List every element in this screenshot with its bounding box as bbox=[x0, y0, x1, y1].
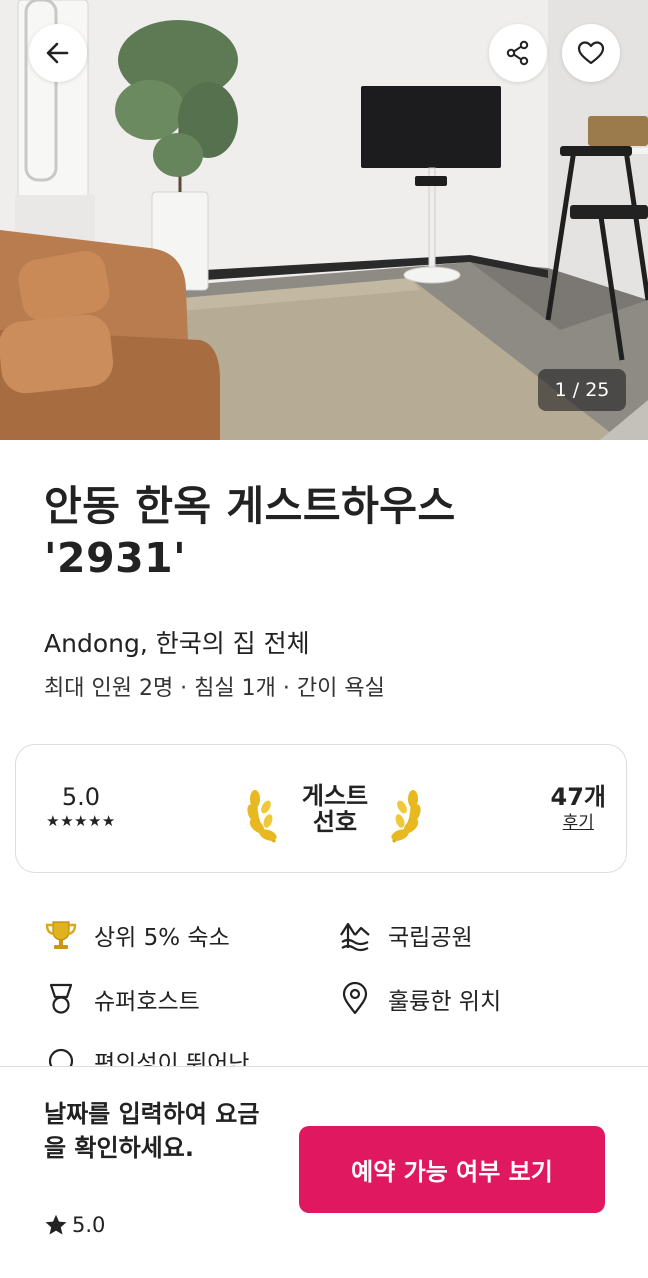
favorite-button[interactable] bbox=[562, 24, 620, 82]
listing-photo[interactable]: 1 / 25 bbox=[0, 0, 648, 440]
trophy-icon bbox=[44, 918, 78, 952]
highlight-great-location: 훌륭한 위치 bbox=[338, 982, 501, 1016]
heart-outline-icon bbox=[577, 41, 605, 65]
booking-footer: 날짜를 입력하여 요금을 확인하세요. 5.0 예약 가능 여부 보기 bbox=[0, 1066, 648, 1278]
laurel-left-icon bbox=[247, 790, 277, 843]
arrow-left-icon bbox=[46, 42, 69, 64]
check-availability-button[interactable]: 예약 가능 여부 보기 bbox=[299, 1126, 605, 1213]
back-button[interactable] bbox=[29, 24, 87, 82]
listing-title: 안동 한옥 게스트하우스 '2931' bbox=[44, 482, 456, 582]
highlight-label: 국립공원 bbox=[388, 925, 473, 951]
mountain-icon bbox=[338, 918, 372, 952]
laurel-right-icon bbox=[391, 790, 421, 843]
guest-favorite-badge: 게스트 선호 bbox=[244, 775, 424, 845]
guest-favorite-line1: 게스트 bbox=[301, 782, 369, 810]
highlight-label: 슈퍼호스트 bbox=[94, 989, 200, 1015]
listing-details: 최대 인원 2명 · 침실 1개 · 간이 욕실 bbox=[44, 676, 385, 701]
photo-counter: 1 / 25 bbox=[538, 369, 626, 411]
share-icon bbox=[506, 40, 529, 66]
reviews-link[interactable]: 후기 bbox=[551, 811, 606, 835]
highlight-label: 훌륭한 위치 bbox=[388, 989, 502, 1015]
price-prompt: 날짜를 입력하여 요금을 확인하세요. bbox=[44, 1100, 260, 1162]
reviews-count: 47개 bbox=[550, 783, 606, 811]
highlight-top-5-percent: 상위 5% 숙소 bbox=[44, 918, 230, 952]
highlight-superhost: 슈퍼호스트 bbox=[44, 982, 200, 1016]
star-icon bbox=[45, 1214, 67, 1235]
reviews-summary[interactable]: 47개 후기 bbox=[551, 783, 606, 835]
share-button[interactable] bbox=[489, 24, 547, 82]
footer-rating-value: 5.0 bbox=[72, 1213, 106, 1237]
rating-value: 5.0 bbox=[61, 783, 101, 811]
location-pin-icon bbox=[338, 982, 372, 1016]
guest-favorite-label: 게스트 선호 bbox=[290, 783, 380, 835]
highlight-label: 상위 5% 숙소 bbox=[94, 925, 230, 951]
rating-stars-icon: ★★★★★ bbox=[46, 812, 116, 830]
footer-rating: 5.0 bbox=[44, 1213, 105, 1237]
guest-favorite-line2: 선호 bbox=[312, 808, 358, 836]
rating-summary: 5.0 ★★★★★ bbox=[36, 783, 126, 831]
medal-icon bbox=[44, 982, 78, 1016]
listing-subtitle: Andong, 한국의 집 전체 bbox=[44, 629, 310, 658]
stats-card[interactable]: 5.0 ★★★★★ 게스트 선호 47개 후기 bbox=[15, 744, 627, 873]
highlight-national-park: 국립공원 bbox=[338, 918, 473, 952]
